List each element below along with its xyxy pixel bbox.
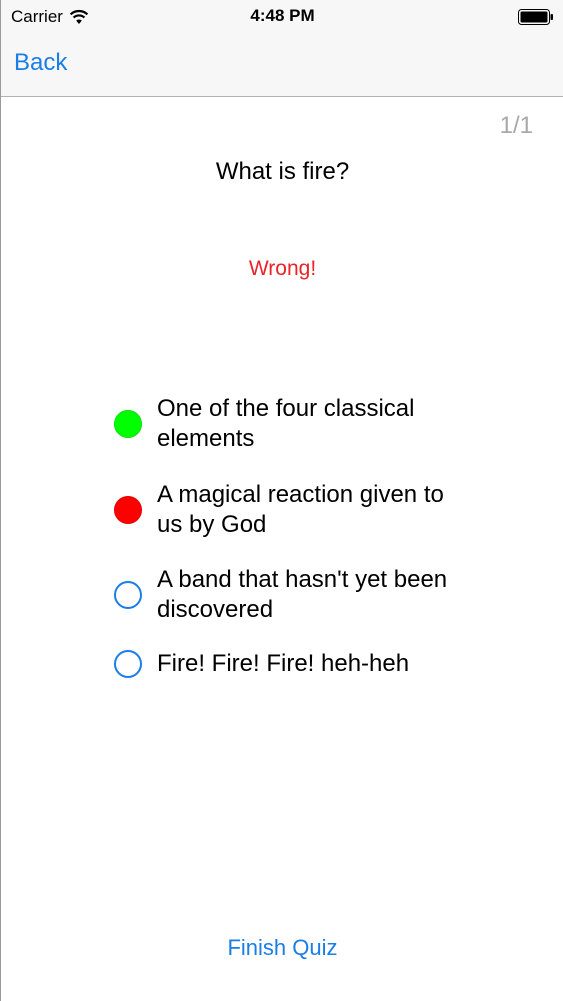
quiz-screen: Carrier 4:48 PM Back 1/1 What is fire? W… bbox=[0, 0, 563, 1001]
answer-option-label: One of the four classical elements bbox=[157, 395, 415, 452]
answer-option-4[interactable]: Fire! Fire! Fire! heh-heh bbox=[114, 649, 474, 679]
back-button[interactable]: Back bbox=[14, 49, 67, 77]
status-bar: Carrier 4:48 PM bbox=[1, 0, 563, 34]
empty-radio-icon bbox=[114, 650, 142, 678]
finish-quiz-button[interactable]: Finish Quiz bbox=[1, 935, 563, 961]
question-counter: 1/1 bbox=[499, 112, 533, 139]
navigation-bar: Carrier 4:48 PM Back bbox=[1, 0, 563, 97]
battery-icon bbox=[518, 9, 553, 25]
answer-option-label: Fire! Fire! Fire! heh-heh bbox=[157, 650, 410, 677]
question-text: What is fire? bbox=[215, 158, 350, 185]
answer-feedback: Wrong! bbox=[248, 257, 317, 280]
answer-option-3[interactable]: A band that hasn't yet been discovered bbox=[114, 565, 474, 625]
empty-radio-icon bbox=[114, 581, 142, 609]
wrong-radio-icon bbox=[114, 496, 142, 524]
answer-option-label: A band that hasn't yet been discovered bbox=[157, 566, 448, 623]
answer-option-label: A magical reaction given to us by God bbox=[157, 481, 444, 538]
correct-radio-icon bbox=[114, 410, 142, 438]
answer-option-2[interactable]: A magical reaction given to us by God bbox=[114, 480, 474, 540]
status-time: 4:48 PM bbox=[250, 6, 315, 25]
answer-option-1[interactable]: One of the four classical elements bbox=[114, 394, 474, 454]
